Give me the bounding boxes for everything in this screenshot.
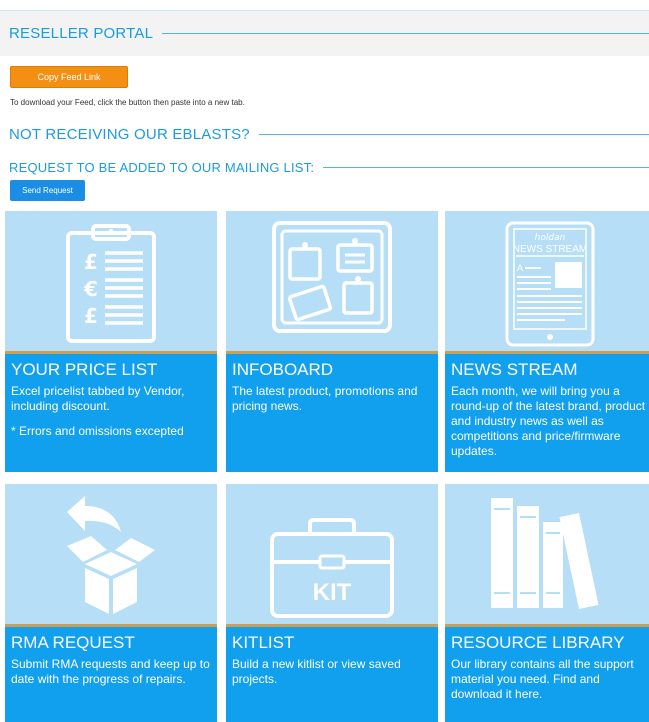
tile-kitlist-body: KITLIST Build a new kitlist or view save… [226,627,438,722]
svg-text:£: £ [84,304,98,328]
toolbox-label-text: KIT [313,579,352,606]
eblasts-heading: NOT RECEIVING OUR EBLASTS? [9,125,250,143]
send-request-button[interactable]: Send Request [10,180,85,201]
tile-infoboard-image [226,211,438,353]
tile-description: Each month, we will bring you a round-up… [451,384,646,458]
tile-infoboard-body: INFOBOARD The latest product, promotions… [226,354,438,472]
svg-text:€: € [83,277,98,301]
tile-kitlist-image: KIT [226,484,438,626]
tile-title: RESOURCE LIBRARY [451,633,625,652]
tile-news-stream-image: holdan NEWS STREAM A [445,211,649,353]
pinboard-icon [272,221,392,333]
toolbox-icon: KIT [270,518,394,618]
copy-feed-link-button[interactable]: Copy Feed Link [10,66,128,88]
eblasts-divider [258,133,649,135]
tile-price-list-body: YOUR PRICE LIST Excel pricelist tabbed b… [5,354,217,472]
tile-title: YOUR PRICE LIST [11,360,158,379]
clipboard-price-icon: £ € £ [66,224,156,343]
tile-description: Our library contains all the support mat… [451,657,634,701]
tile-title: RMA REQUEST [11,633,135,652]
eblasts-heading-row: NOT RECEIVING OUR EBLASTS? [9,124,649,144]
feed-instructions: To download your Feed, click the button … [10,98,245,107]
tile-description: Excel pricelist tabbed by Vendor, includ… [11,384,185,413]
tile-resource-library-image [445,484,649,626]
tile-title: NEWS STREAM [451,360,578,379]
tile-title: INFOBOARD [232,360,334,379]
mailing-list-divider [323,166,649,168]
page-title: RESELLER PORTAL [9,25,154,42]
mailing-list-heading: REQUEST TO BE ADDED TO OUR MAILING LIST: [9,159,315,175]
tile-note: * Errors and omissions excepted [11,424,184,438]
tile-news-stream-body: NEWS STREAM Each month, we will bring yo… [445,354,649,472]
svg-text:£: £ [84,250,98,274]
tablet-letter-text: A [517,263,523,273]
tile-title: KITLIST [232,633,295,652]
mailing-list-row: REQUEST TO BE ADDED TO OUR MAILING LIST: [9,158,649,176]
tile-description: Build a new kitlist or view saved projec… [232,657,401,686]
tablet-caption-text: NEWS STREAM [513,244,587,255]
tile-description: The latest product, promotions and prici… [232,384,418,413]
tablet-news-icon: holdan NEWS STREAM A [505,221,595,347]
tile-rma-request-image [5,484,217,626]
books-icon [491,498,599,610]
tile-price-list-image: £ € £ [5,211,217,353]
tile-resource-library-body: RESOURCE LIBRARY Our library contains al… [445,627,649,722]
tile-rma-request-body: RMA REQUEST Submit RMA requests and keep… [5,627,217,722]
title-divider [162,33,649,34]
tile-description: Submit RMA requests and keep up to date … [11,657,210,686]
return-box-icon [67,496,155,614]
tablet-brand-text: holdan [535,233,566,243]
portal-header: RESELLER PORTAL [0,10,649,56]
